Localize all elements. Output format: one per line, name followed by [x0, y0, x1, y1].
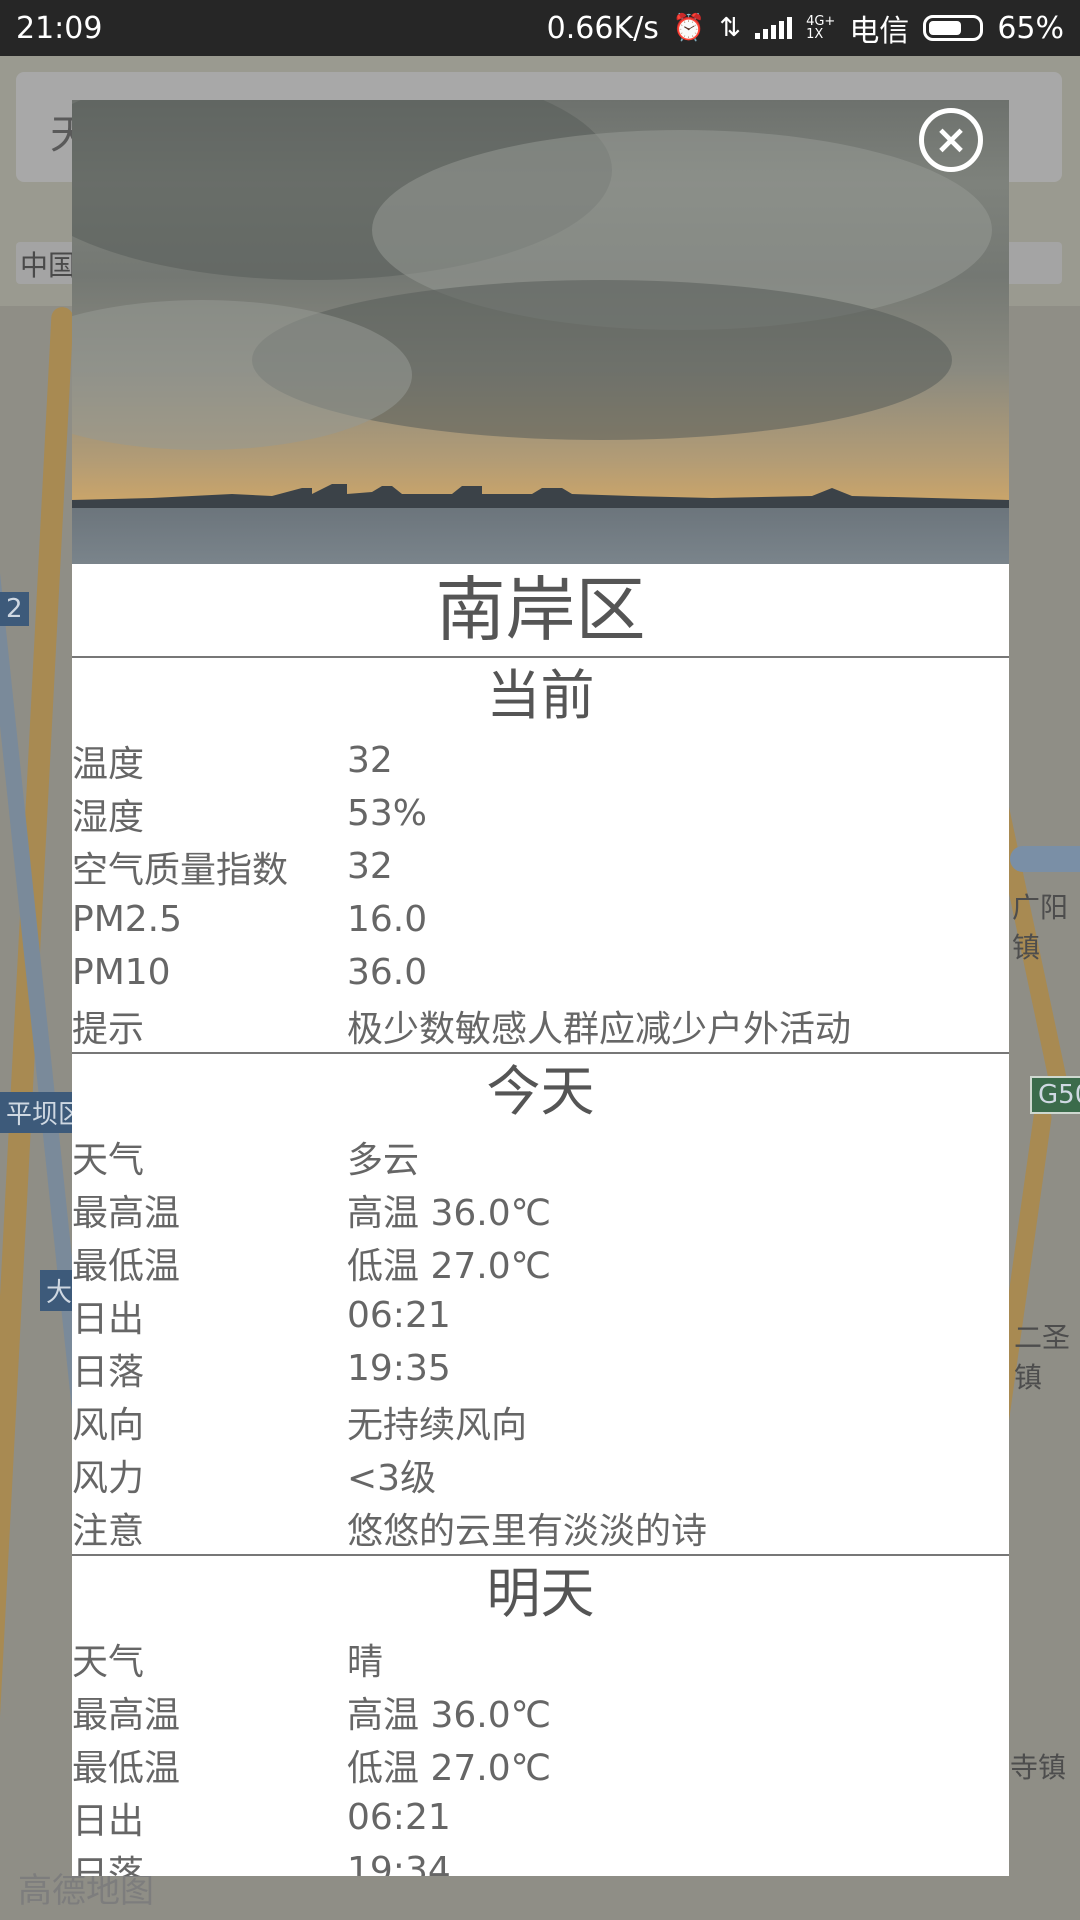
- net-speed: 0.66K/s: [546, 10, 659, 46]
- district-title: 南岸区: [435, 569, 646, 651]
- info-row: 最高温 高温 36.0℃: [72, 1685, 1009, 1738]
- row-value: 19:35: [347, 1348, 451, 1389]
- row-label: 日落: [72, 1351, 145, 1393]
- info-row: 天气 晴: [72, 1632, 1009, 1685]
- row-value: 32: [347, 846, 393, 887]
- row-value: 32: [347, 740, 393, 781]
- info-row: 风力 <3级: [72, 1448, 1009, 1501]
- row-label: 日出: [72, 1298, 145, 1340]
- info-row: 温度 32: [72, 734, 1009, 787]
- map-sign: 2: [0, 592, 29, 626]
- row-value: 06:21: [347, 1295, 451, 1336]
- row-label: 日落: [72, 1853, 145, 1877]
- row-label: 最高温: [72, 1192, 181, 1234]
- row-value: 高温 36.0℃: [347, 1694, 552, 1736]
- row-value: 53%: [347, 793, 428, 834]
- row-label: 注意: [72, 1510, 145, 1552]
- section-title: 今天: [486, 1060, 595, 1123]
- map-sign: G50: [1030, 1076, 1080, 1114]
- row-value: 16.0: [347, 899, 428, 940]
- map-road: [1010, 846, 1080, 872]
- section-tomorrow: 明天 天气 晴 最高温 高温 36.0℃ 最低温 低温 27.0℃ 日出 06:21 日…: [72, 1554, 1009, 1876]
- row-label: 天气: [72, 1139, 145, 1181]
- row-label: 提示: [72, 1008, 145, 1050]
- row-label: 湿度: [72, 796, 145, 838]
- row-value: 极少数敏感人群应减少户外活动: [347, 1008, 852, 1050]
- map-label: 二圣镇: [1014, 1321, 1071, 1394]
- row-label: PM2.5: [72, 899, 183, 940]
- section-today: 今天 天气 多云 最高温 高温 36.0℃ 最低温 低温 27.0℃ 日出 06:21 …: [72, 1052, 1009, 1554]
- info-row: 日出 06:21: [72, 1289, 1009, 1342]
- row-value: 低温 27.0℃: [347, 1245, 552, 1287]
- map-label: 寺镇: [1010, 1751, 1067, 1784]
- row-label: 空气质量指数: [72, 849, 289, 891]
- info-row: 湿度 53%: [72, 787, 1009, 840]
- water-surface: [72, 508, 1009, 564]
- info-row: PM10 36.0: [72, 946, 1009, 999]
- status-bar: 21:09 0.66K/s ⏰ ⇅ 4G+ 1X 电信 65%: [0, 0, 1080, 56]
- battery-percent: 65%: [997, 10, 1064, 46]
- row-value: 晴: [347, 1641, 384, 1683]
- row-label: 温度: [72, 743, 145, 785]
- status-right: 0.66K/s ⏰ ⇅ 4G+ 1X 电信 65%: [547, 6, 1064, 50]
- info-row: 天气 多云: [72, 1130, 1009, 1183]
- row-label: 天气: [72, 1641, 145, 1683]
- close-button[interactable]: ×: [919, 108, 983, 172]
- row-value: 高温 36.0℃: [347, 1192, 552, 1234]
- city-skyline: [72, 484, 1009, 510]
- info-row: PM2.5 16.0: [72, 893, 1009, 946]
- row-value: 19:34: [347, 1850, 451, 1876]
- section-title: 明天: [486, 1562, 595, 1625]
- info-row: 提示 极少数敏感人群应减少户外活动: [72, 999, 1009, 1052]
- row-label: 最低温: [72, 1747, 181, 1789]
- info-row: 最低温 低温 27.0℃: [72, 1236, 1009, 1289]
- row-value: 36.0: [347, 952, 428, 993]
- row-value: 无持续风向: [347, 1404, 528, 1446]
- info-row: 空气质量指数 32: [72, 840, 1009, 893]
- carrier-name: 电信: [849, 14, 910, 49]
- row-label: 最高温: [72, 1694, 181, 1736]
- row-value: 悠悠的云里有淡淡的诗: [347, 1510, 708, 1552]
- row-label: 风力: [72, 1457, 145, 1499]
- weather-hero-image: ×: [72, 100, 1009, 564]
- section-current: 当前 温度 32 湿度 53% 空气质量指数 32 PM2.5 16.0 PM10 36.…: [72, 656, 1009, 1052]
- network-type: 4G+ 1X: [806, 14, 836, 42]
- battery-icon: [923, 15, 984, 41]
- alarm-icon: ⏰: [672, 13, 706, 43]
- weather-dialog: × 南岸区 当前 温度 32 湿度 53% 空气质量指数 32 PM2.5 16.0 P…: [72, 100, 1009, 1876]
- info-row: 日落 19:34: [72, 1844, 1009, 1876]
- info-row: 日落 19:35: [72, 1342, 1009, 1395]
- info-row: 日出 06:21: [72, 1791, 1009, 1844]
- row-label: 最低温: [72, 1245, 181, 1287]
- row-label: PM10: [72, 952, 171, 993]
- info-row: 最低温 低温 27.0℃: [72, 1738, 1009, 1791]
- info-row: 注意 悠悠的云里有淡淡的诗: [72, 1501, 1009, 1554]
- info-row: 最高温 高温 36.0℃: [72, 1183, 1009, 1236]
- data-arrows-icon: ⇅: [719, 13, 742, 43]
- row-label: 风向: [72, 1404, 145, 1446]
- close-icon: ×: [934, 117, 968, 163]
- info-row: 风向 无持续风向: [72, 1395, 1009, 1448]
- signal-icon: [755, 17, 793, 39]
- map-label: 广阳镇: [1012, 891, 1069, 964]
- row-value: 06:21: [347, 1797, 451, 1838]
- row-label: 日出: [72, 1800, 145, 1842]
- row-value: <3级: [347, 1457, 437, 1499]
- row-value: 多云: [347, 1139, 420, 1181]
- row-value: 低温 27.0℃: [347, 1747, 552, 1789]
- section-title: 当前: [486, 664, 595, 727]
- status-time: 21:09: [16, 10, 103, 46]
